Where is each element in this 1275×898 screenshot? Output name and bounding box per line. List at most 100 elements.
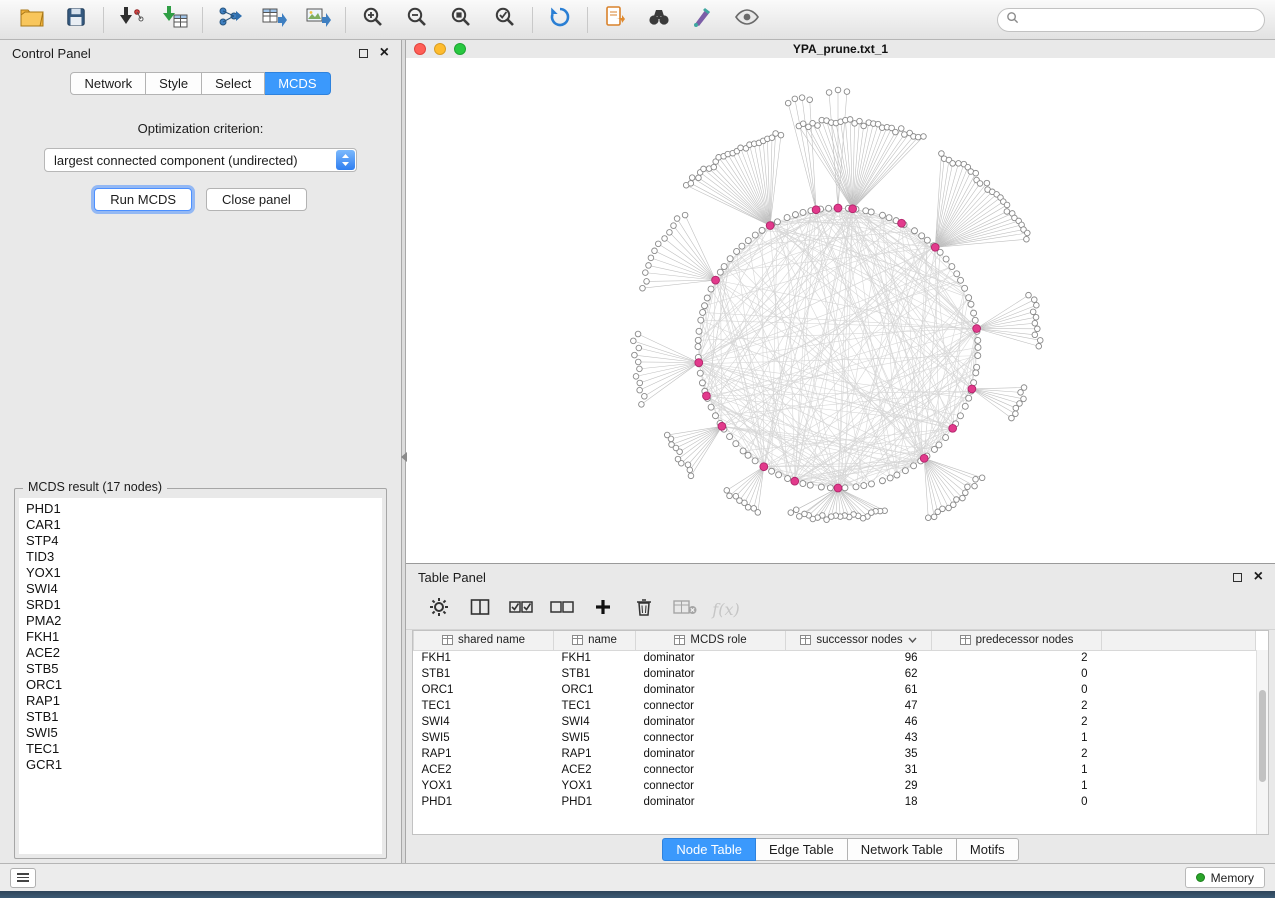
mcds-result-item[interactable]: ACE2 bbox=[19, 645, 382, 661]
tab-edge-table[interactable]: Edge Table bbox=[756, 838, 848, 861]
memory-label: Memory bbox=[1211, 871, 1254, 885]
export-image-button[interactable] bbox=[296, 3, 340, 37]
mcds-result-item[interactable]: STB1 bbox=[19, 709, 382, 725]
column-header-name[interactable]: name bbox=[554, 631, 636, 650]
open-session-button[interactable] bbox=[10, 3, 54, 37]
close-table-panel-icon[interactable]: × bbox=[1254, 572, 1263, 582]
control-panel: Control Panel × Network Style Select MCD… bbox=[0, 40, 401, 863]
toolbar-separator bbox=[587, 7, 588, 33]
table-row[interactable]: SWI4SWI4dominator462 bbox=[414, 714, 1256, 730]
select-all-button[interactable] bbox=[504, 595, 538, 625]
mcds-result-item[interactable]: CAR1 bbox=[19, 517, 382, 533]
mcds-result-item[interactable]: YOX1 bbox=[19, 565, 382, 581]
tab-select[interactable]: Select bbox=[202, 72, 265, 95]
export-network-button[interactable] bbox=[208, 3, 252, 37]
table-row[interactable]: PHD1PHD1dominator180 bbox=[414, 794, 1256, 810]
column-header-mcds-role[interactable]: MCDS role bbox=[636, 631, 786, 650]
gear-icon bbox=[429, 597, 449, 622]
zoom-out-button[interactable] bbox=[395, 3, 439, 37]
tab-node-table[interactable]: Node Table bbox=[662, 838, 756, 861]
mcds-result-item[interactable]: GCR1 bbox=[19, 757, 382, 773]
mcds-result-item[interactable]: TEC1 bbox=[19, 741, 382, 757]
find-button[interactable] bbox=[637, 3, 681, 37]
table-row[interactable]: ORC1ORC1dominator610 bbox=[414, 682, 1256, 698]
criterion-select[interactable]: largest connected component (undirected) bbox=[44, 148, 357, 172]
column-header-predecessor-nodes[interactable]: predecessor nodes bbox=[932, 631, 1102, 650]
show-columns-button[interactable] bbox=[463, 595, 497, 625]
search-input[interactable] bbox=[1025, 13, 1256, 27]
panel-menu-button[interactable] bbox=[10, 868, 36, 888]
table-row[interactable]: RAP1RAP1dominator352 bbox=[414, 746, 1256, 762]
mcds-result-item[interactable]: FKH1 bbox=[19, 629, 382, 645]
save-session-button[interactable] bbox=[54, 3, 98, 37]
style-button[interactable] bbox=[681, 3, 725, 37]
column-grid-icon bbox=[442, 635, 453, 645]
table-scrollbar[interactable] bbox=[1256, 650, 1268, 834]
style-icon bbox=[691, 6, 715, 33]
control-panel-tabs: Network Style Select MCDS bbox=[0, 72, 401, 95]
import-network-button[interactable] bbox=[109, 3, 153, 37]
zoom-in-button[interactable] bbox=[351, 3, 395, 37]
zoom-fit-button[interactable] bbox=[439, 3, 483, 37]
mcds-result-item[interactable]: RAP1 bbox=[19, 693, 382, 709]
column-header-successor-nodes[interactable]: successor nodes bbox=[786, 631, 932, 650]
function-builder-button[interactable]: f(x) bbox=[709, 595, 743, 625]
select-stepper-icon bbox=[336, 150, 355, 170]
run-mcds-button[interactable]: Run MCDS bbox=[94, 188, 192, 211]
float-panel-icon[interactable] bbox=[359, 49, 368, 58]
deselect-all-button[interactable] bbox=[545, 595, 579, 625]
show-hide-button[interactable] bbox=[725, 3, 769, 37]
close-panel-button[interactable]: Close panel bbox=[206, 188, 307, 211]
copy-share-button[interactable] bbox=[593, 3, 637, 37]
zoom-selected-button[interactable] bbox=[483, 3, 527, 37]
import-table-button[interactable] bbox=[153, 3, 197, 37]
float-table-panel-icon[interactable] bbox=[1233, 573, 1242, 582]
tab-network-table[interactable]: Network Table bbox=[848, 838, 957, 861]
splitter-collapse-icon[interactable] bbox=[401, 452, 407, 462]
table-settings-button[interactable] bbox=[422, 595, 456, 625]
network-canvas[interactable] bbox=[406, 58, 1275, 564]
mcds-result-item[interactable]: TID3 bbox=[19, 549, 382, 565]
add-column-button[interactable] bbox=[586, 595, 620, 625]
mcds-result-item[interactable]: SWI4 bbox=[19, 581, 382, 597]
mcds-result-item[interactable]: STB5 bbox=[19, 661, 382, 677]
table-row[interactable]: YOX1YOX1connector291 bbox=[414, 778, 1256, 794]
toolbar-separator bbox=[202, 7, 203, 33]
mcds-result-list[interactable]: PHD1CAR1STP4TID3YOX1SWI4SRD1PMA2FKH1ACE2… bbox=[19, 498, 382, 854]
delete-column-button[interactable] bbox=[627, 595, 661, 625]
mcds-result-item[interactable]: STP4 bbox=[19, 533, 382, 549]
mcds-result-item[interactable]: PMA2 bbox=[19, 613, 382, 629]
network-window: YPA_prune.txt_1 bbox=[406, 40, 1275, 564]
table-row[interactable]: SWI5SWI5connector431 bbox=[414, 730, 1256, 746]
tab-network[interactable]: Network bbox=[70, 72, 146, 95]
table-row[interactable]: STB1STB1dominator620 bbox=[414, 666, 1256, 682]
table-panel-titlebar: Table Panel × bbox=[406, 564, 1275, 590]
tab-style[interactable]: Style bbox=[146, 72, 202, 95]
table-row[interactable]: ACE2ACE2connector311 bbox=[414, 762, 1256, 778]
mcds-result-item[interactable]: ORC1 bbox=[19, 677, 382, 693]
tab-motifs[interactable]: Motifs bbox=[957, 838, 1019, 861]
column-header-filler bbox=[1102, 631, 1256, 650]
apply-layout-button[interactable] bbox=[538, 3, 582, 37]
control-panel-title: Control Panel bbox=[12, 46, 91, 61]
save-icon bbox=[65, 6, 87, 33]
table-row[interactable]: FKH1FKH1dominator962 bbox=[414, 650, 1256, 666]
mcds-result-item[interactable]: SRD1 bbox=[19, 597, 382, 613]
select-all-icon bbox=[509, 599, 533, 620]
clear-table-button[interactable] bbox=[668, 595, 702, 625]
table-panel-title: Table Panel bbox=[418, 570, 486, 585]
panel-splitter[interactable] bbox=[401, 40, 406, 863]
export-table-button[interactable] bbox=[252, 3, 296, 37]
close-panel-icon[interactable]: × bbox=[380, 48, 389, 58]
tab-mcds[interactable]: MCDS bbox=[265, 72, 330, 95]
table-scrollbar-thumb[interactable] bbox=[1259, 690, 1266, 782]
status-bar: Memory bbox=[0, 863, 1275, 891]
memory-button[interactable]: Memory bbox=[1185, 867, 1265, 888]
table-row[interactable]: TEC1TEC1connector472 bbox=[414, 698, 1256, 714]
column-header-shared-name[interactable]: shared name bbox=[414, 631, 554, 650]
toolbar-separator bbox=[103, 7, 104, 33]
mcds-result-item[interactable]: SWI5 bbox=[19, 725, 382, 741]
network-titlebar[interactable]: YPA_prune.txt_1 bbox=[406, 40, 1275, 58]
mcds-result-item[interactable]: PHD1 bbox=[19, 501, 382, 517]
control-panel-titlebar: Control Panel × bbox=[0, 40, 401, 66]
